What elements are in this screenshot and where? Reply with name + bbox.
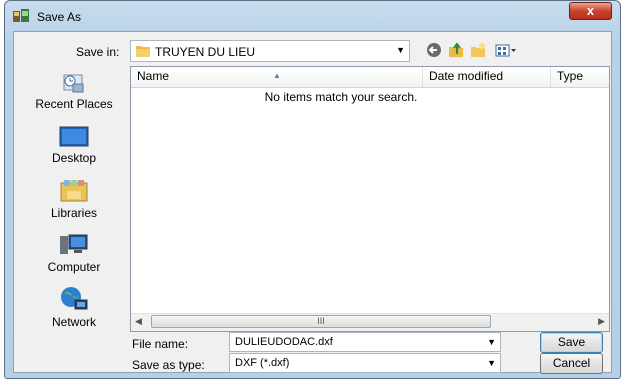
- place-label: Computer: [47, 260, 101, 274]
- place-label: Libraries: [50, 206, 98, 220]
- new-folder-icon[interactable]: [470, 42, 486, 58]
- place-computer[interactable]: Computer: [20, 233, 128, 283]
- save-as-type-label: Save as type:: [132, 358, 205, 372]
- file-name-label: File name:: [132, 337, 189, 351]
- place-recent-places[interactable]: Recent Places: [20, 72, 128, 122]
- horizontal-scrollbar[interactable]: ◀ III ▶: [131, 313, 609, 331]
- save-in-dropdown[interactable]: TRUYEN DU LIEU ▼: [130, 40, 410, 62]
- back-icon[interactable]: [426, 42, 442, 58]
- place-desktop[interactable]: Desktop: [20, 126, 128, 176]
- current-folder-name: TRUYEN DU LIEU: [155, 45, 256, 59]
- scrollbar-grip: III: [317, 316, 325, 326]
- place-label: Desktop: [51, 151, 97, 165]
- save-as-type-value: DXF (*.dxf): [235, 357, 290, 369]
- dialog-client-area: Save in: TRUYEN DU LIEU ▼ Recent Places …: [13, 31, 612, 374]
- column-header-label: Name: [137, 69, 170, 83]
- desktop-icon: [59, 126, 89, 147]
- computer-icon: [60, 234, 88, 254]
- sort-ascending-icon: ▲: [273, 71, 281, 80]
- column-header-name[interactable]: Name ▲: [131, 67, 423, 87]
- column-header-date-modified[interactable]: Date modified: [423, 67, 551, 87]
- close-button[interactable]: x: [569, 2, 612, 20]
- file-name-field[interactable]: DULIEUDODAC.dxf ▼: [229, 332, 501, 352]
- app-icon: [13, 9, 29, 22]
- cancel-button[interactable]: Cancel: [540, 353, 603, 374]
- places-bar: Recent Places Desktop Libraries Computer…: [20, 66, 128, 332]
- column-header-label: Date modified: [429, 69, 504, 83]
- save-button[interactable]: Save: [540, 332, 603, 353]
- column-header-type[interactable]: Type: [551, 67, 609, 87]
- window-title: Save As: [37, 10, 82, 24]
- scroll-right-arrow-icon[interactable]: ▶: [598, 316, 605, 327]
- column-header-label: Type: [557, 69, 584, 83]
- up-folder-icon[interactable]: [448, 42, 464, 58]
- save-as-type-dropdown[interactable]: DXF (*.dxf) ▼: [229, 353, 501, 373]
- scrollbar-thumb[interactable]: III: [151, 315, 491, 328]
- chevron-down-icon: ▼: [487, 358, 496, 368]
- place-label: Network: [51, 315, 96, 329]
- chevron-down-icon[interactable]: ▼: [487, 337, 496, 347]
- place-network[interactable]: Network: [20, 286, 128, 336]
- place-libraries[interactable]: Libraries: [20, 179, 128, 229]
- title-bar[interactable]: Save As x: [5, 1, 620, 31]
- save-as-dialog: Save As x Save in: TRUYEN DU LIEU ▼ Rece…: [4, 0, 621, 379]
- save-in-label: Save in:: [76, 45, 120, 59]
- libraries-icon: [60, 180, 88, 202]
- recent-places-icon: [63, 74, 84, 93]
- place-label: Recent Places: [35, 97, 113, 111]
- file-list-view[interactable]: Name ▲ Date modified Type No items match…: [130, 66, 610, 332]
- scroll-left-arrow-icon[interactable]: ◀: [135, 316, 142, 327]
- chevron-down-icon: ▼: [396, 45, 405, 55]
- view-menu-icon[interactable]: [495, 42, 517, 58]
- file-name-value: DULIEUDODAC.dxf: [235, 336, 333, 348]
- column-header-row: Name ▲ Date modified Type: [131, 67, 609, 88]
- network-icon: [61, 287, 88, 310]
- folder-icon: [136, 46, 150, 57]
- empty-list-message: No items match your search.: [264, 90, 418, 104]
